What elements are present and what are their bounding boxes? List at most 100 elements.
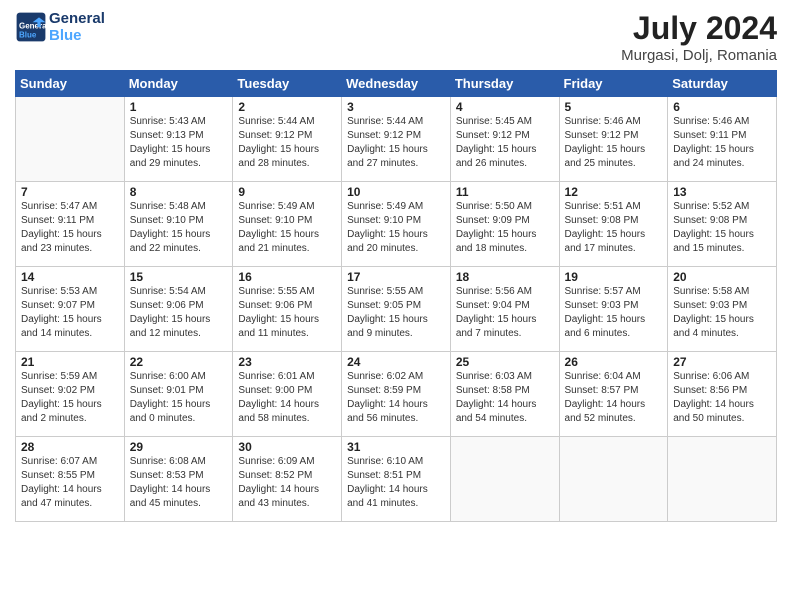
calendar-cell: 8Sunrise: 5:48 AMSunset: 9:10 PMDaylight… [124,182,233,267]
day-info: Sunrise: 6:06 AMSunset: 8:56 PMDaylight:… [673,370,771,426]
calendar-cell: 19Sunrise: 5:57 AMSunset: 9:03 PMDayligh… [559,267,668,352]
calendar-cell: 17Sunrise: 5:55 AMSunset: 9:05 PMDayligh… [342,267,451,352]
calendar-cell [559,437,668,522]
day-info: Sunrise: 5:55 AMSunset: 9:05 PMDaylight:… [347,285,445,341]
day-number: 27 [673,355,771,369]
calendar-cell: 1Sunrise: 5:43 AMSunset: 9:13 PMDaylight… [124,97,233,182]
day-info: Sunrise: 5:55 AMSunset: 9:06 PMDaylight:… [238,285,336,341]
calendar-cell: 6Sunrise: 5:46 AMSunset: 9:11 PMDaylight… [668,97,777,182]
week-row-2: 7Sunrise: 5:47 AMSunset: 9:11 PMDaylight… [16,182,777,267]
calendar-cell: 5Sunrise: 5:46 AMSunset: 9:12 PMDaylight… [559,97,668,182]
week-row-4: 21Sunrise: 5:59 AMSunset: 9:02 PMDayligh… [16,352,777,437]
day-info: Sunrise: 5:49 AMSunset: 9:10 PMDaylight:… [347,200,445,256]
day-info: Sunrise: 5:46 AMSunset: 9:12 PMDaylight:… [565,115,663,171]
svg-text:Blue: Blue [19,31,37,40]
calendar-body: 1Sunrise: 5:43 AMSunset: 9:13 PMDaylight… [16,97,777,522]
calendar-page: General Blue General Blue July 2024 Murg… [0,0,792,612]
day-number: 23 [238,355,336,369]
calendar-cell [16,97,125,182]
day-info: Sunrise: 5:57 AMSunset: 9:03 PMDaylight:… [565,285,663,341]
month-year-title: July 2024 [621,10,777,47]
calendar-cell: 13Sunrise: 5:52 AMSunset: 9:08 PMDayligh… [668,182,777,267]
weekday-header-monday: Monday [124,71,233,97]
day-number: 29 [130,440,228,454]
calendar-cell: 28Sunrise: 6:07 AMSunset: 8:55 PMDayligh… [16,437,125,522]
week-row-5: 28Sunrise: 6:07 AMSunset: 8:55 PMDayligh… [16,437,777,522]
weekday-header-sunday: Sunday [16,71,125,97]
day-info: Sunrise: 5:44 AMSunset: 9:12 PMDaylight:… [347,115,445,171]
day-number: 24 [347,355,445,369]
day-info: Sunrise: 5:56 AMSunset: 9:04 PMDaylight:… [456,285,554,341]
weekday-header-saturday: Saturday [668,71,777,97]
day-info: Sunrise: 5:54 AMSunset: 9:06 PMDaylight:… [130,285,228,341]
calendar-cell: 2Sunrise: 5:44 AMSunset: 9:12 PMDaylight… [233,97,342,182]
day-number: 1 [130,100,228,114]
day-number: 19 [565,270,663,284]
day-number: 6 [673,100,771,114]
calendar-cell: 25Sunrise: 6:03 AMSunset: 8:58 PMDayligh… [450,352,559,437]
weekday-header-tuesday: Tuesday [233,71,342,97]
calendar-cell: 3Sunrise: 5:44 AMSunset: 9:12 PMDaylight… [342,97,451,182]
calendar-cell: 21Sunrise: 5:59 AMSunset: 9:02 PMDayligh… [16,352,125,437]
calendar-cell: 14Sunrise: 5:53 AMSunset: 9:07 PMDayligh… [16,267,125,352]
day-info: Sunrise: 6:09 AMSunset: 8:52 PMDaylight:… [238,455,336,511]
day-number: 2 [238,100,336,114]
day-number: 22 [130,355,228,369]
day-info: Sunrise: 5:48 AMSunset: 9:10 PMDaylight:… [130,200,228,256]
calendar-cell: 10Sunrise: 5:49 AMSunset: 9:10 PMDayligh… [342,182,451,267]
calendar-cell: 22Sunrise: 6:00 AMSunset: 9:01 PMDayligh… [124,352,233,437]
day-number: 31 [347,440,445,454]
day-number: 11 [456,185,554,199]
day-info: Sunrise: 6:00 AMSunset: 9:01 PMDaylight:… [130,370,228,426]
calendar-cell: 23Sunrise: 6:01 AMSunset: 9:00 PMDayligh… [233,352,342,437]
day-info: Sunrise: 5:44 AMSunset: 9:12 PMDaylight:… [238,115,336,171]
weekday-header-friday: Friday [559,71,668,97]
day-info: Sunrise: 5:53 AMSunset: 9:07 PMDaylight:… [21,285,119,341]
calendar-table: SundayMondayTuesdayWednesdayThursdayFrid… [15,70,777,522]
day-number: 28 [21,440,119,454]
day-info: Sunrise: 6:10 AMSunset: 8:51 PMDaylight:… [347,455,445,511]
day-number: 20 [673,270,771,284]
day-info: Sunrise: 5:50 AMSunset: 9:09 PMDaylight:… [456,200,554,256]
weekday-header-wednesday: Wednesday [342,71,451,97]
day-number: 25 [456,355,554,369]
calendar-cell: 9Sunrise: 5:49 AMSunset: 9:10 PMDaylight… [233,182,342,267]
day-number: 3 [347,100,445,114]
location-subtitle: Murgasi, Dolj, Romania [621,47,777,64]
day-info: Sunrise: 6:01 AMSunset: 9:00 PMDaylight:… [238,370,336,426]
calendar-cell [668,437,777,522]
day-info: Sunrise: 6:02 AMSunset: 8:59 PMDaylight:… [347,370,445,426]
day-info: Sunrise: 5:46 AMSunset: 9:11 PMDaylight:… [673,115,771,171]
day-number: 5 [565,100,663,114]
day-number: 8 [130,185,228,199]
day-info: Sunrise: 5:51 AMSunset: 9:08 PMDaylight:… [565,200,663,256]
day-number: 12 [565,185,663,199]
day-info: Sunrise: 6:03 AMSunset: 8:58 PMDaylight:… [456,370,554,426]
calendar-cell: 29Sunrise: 6:08 AMSunset: 8:53 PMDayligh… [124,437,233,522]
weekday-header-thursday: Thursday [450,71,559,97]
day-number: 16 [238,270,336,284]
day-number: 18 [456,270,554,284]
calendar-cell: 12Sunrise: 5:51 AMSunset: 9:08 PMDayligh… [559,182,668,267]
logo-general: General [49,10,105,27]
calendar-cell: 4Sunrise: 5:45 AMSunset: 9:12 PMDaylight… [450,97,559,182]
week-row-1: 1Sunrise: 5:43 AMSunset: 9:13 PMDaylight… [16,97,777,182]
svg-text:General: General [19,22,47,31]
calendar-cell: 31Sunrise: 6:10 AMSunset: 8:51 PMDayligh… [342,437,451,522]
day-number: 15 [130,270,228,284]
calendar-cell: 18Sunrise: 5:56 AMSunset: 9:04 PMDayligh… [450,267,559,352]
logo-blue: Blue [49,27,105,44]
day-info: Sunrise: 6:04 AMSunset: 8:57 PMDaylight:… [565,370,663,426]
day-info: Sunrise: 5:59 AMSunset: 9:02 PMDaylight:… [21,370,119,426]
day-info: Sunrise: 5:49 AMSunset: 9:10 PMDaylight:… [238,200,336,256]
calendar-cell: 16Sunrise: 5:55 AMSunset: 9:06 PMDayligh… [233,267,342,352]
calendar-cell: 11Sunrise: 5:50 AMSunset: 9:09 PMDayligh… [450,182,559,267]
day-info: Sunrise: 5:43 AMSunset: 9:13 PMDaylight:… [130,115,228,171]
day-number: 26 [565,355,663,369]
day-number: 30 [238,440,336,454]
day-number: 21 [21,355,119,369]
day-number: 17 [347,270,445,284]
calendar-cell: 30Sunrise: 6:09 AMSunset: 8:52 PMDayligh… [233,437,342,522]
day-info: Sunrise: 5:52 AMSunset: 9:08 PMDaylight:… [673,200,771,256]
calendar-header: SundayMondayTuesdayWednesdayThursdayFrid… [16,71,777,97]
